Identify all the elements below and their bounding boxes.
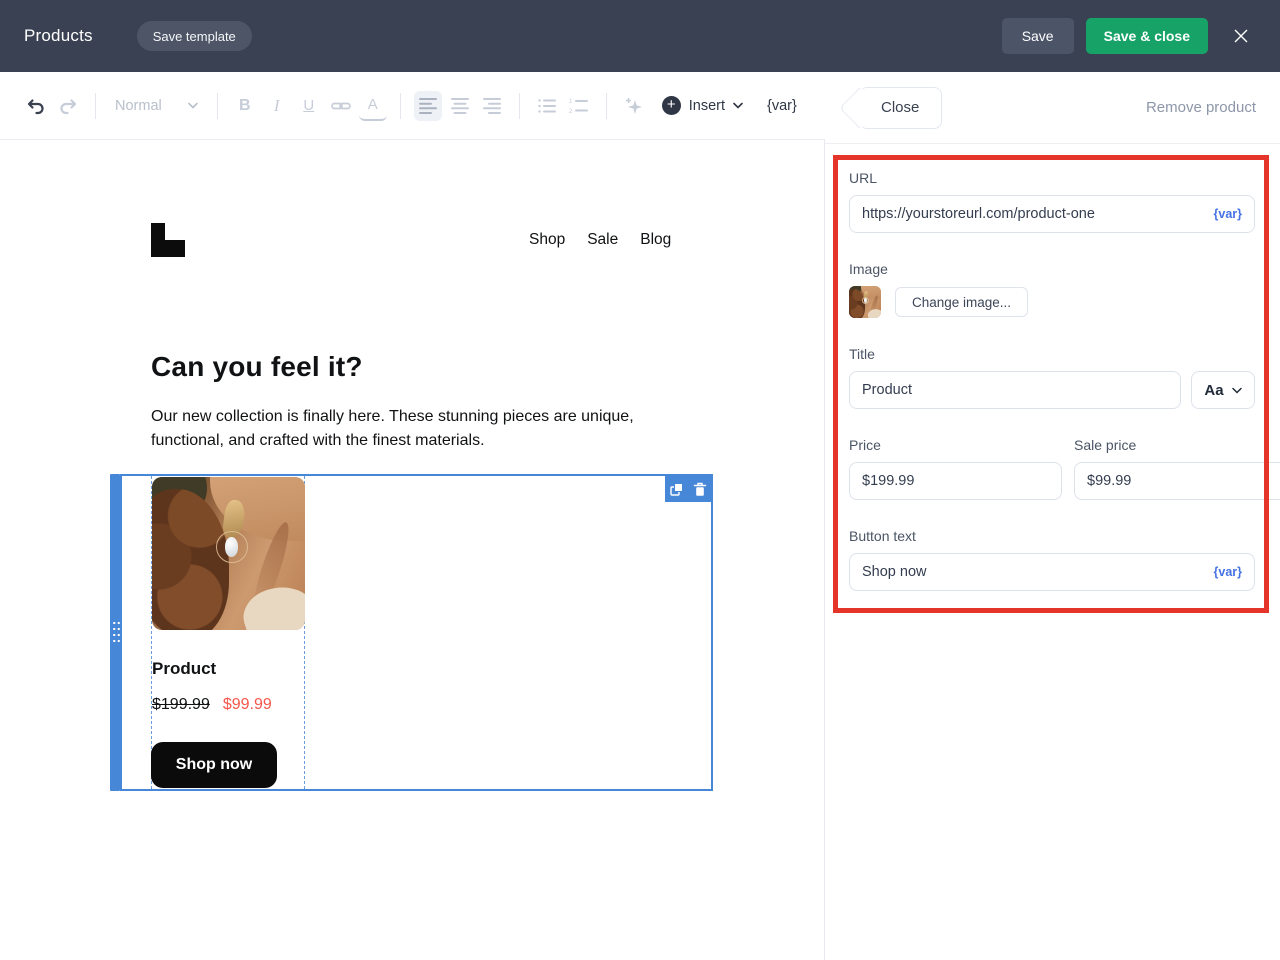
svg-text:2: 2	[569, 109, 573, 114]
align-center-icon[interactable]	[446, 91, 474, 121]
redo-icon[interactable]	[54, 91, 82, 121]
product-image[interactable]	[152, 477, 305, 630]
remove-product-link[interactable]: Remove product	[1146, 99, 1256, 116]
panel-body: URL {var} Image Change image... Title	[825, 144, 1280, 591]
change-image-button[interactable]: Change image...	[895, 287, 1028, 317]
button-text-input[interactable]	[862, 564, 1206, 580]
svg-text:1: 1	[569, 99, 573, 105]
price-fields-group: Price Sale price	[849, 437, 1255, 500]
text-color-button[interactable]: A	[359, 91, 387, 121]
close-icon[interactable]	[1226, 21, 1256, 51]
price-input[interactable]	[862, 473, 1049, 489]
shop-now-button[interactable]: Shop now	[151, 742, 277, 788]
undo-icon[interactable]	[22, 91, 50, 121]
image-label: Image	[849, 261, 1255, 277]
url-label: URL	[849, 170, 1255, 186]
align-left-icon[interactable]	[414, 91, 442, 121]
panel-header: Close Remove product	[825, 72, 1280, 144]
button-text-label: Button text	[849, 528, 1255, 544]
email-canvas: Shop Sale Blog Can you feel it? Our new …	[0, 140, 825, 960]
chevron-down-icon	[1232, 387, 1242, 394]
align-right-icon[interactable]	[478, 91, 506, 121]
chevron-down-icon	[188, 102, 198, 109]
url-field-group: URL {var}	[849, 170, 1255, 233]
duplicate-icon[interactable]	[668, 481, 684, 497]
title-field-group: Title Aa	[849, 346, 1255, 409]
sale-price-input[interactable]	[1087, 473, 1274, 489]
bold-button[interactable]: B	[231, 91, 259, 121]
numbered-list-icon[interactable]: 12	[565, 91, 593, 121]
link-icon[interactable]	[327, 91, 355, 121]
product-title[interactable]: Product	[152, 659, 216, 679]
product-price-old: $199.99	[152, 696, 210, 714]
title-input[interactable]	[862, 382, 1168, 398]
nav-link-sale[interactable]: Sale	[587, 231, 618, 249]
sale-price-label: Sale price	[1074, 437, 1280, 453]
delete-icon[interactable]	[692, 481, 708, 497]
email-heading[interactable]: Can you feel it?	[151, 351, 363, 383]
email-paragraph[interactable]: Our new collection is finally here. Thes…	[151, 405, 656, 453]
ai-sparkle-icon[interactable]	[620, 91, 648, 121]
email-nav: Shop Sale Blog	[529, 231, 671, 249]
save-template-button[interactable]: Save template	[137, 21, 252, 51]
button-text-field-group: Button text {var}	[849, 528, 1255, 591]
url-input[interactable]	[862, 206, 1206, 222]
image-field-group: Image Change image...	[849, 261, 1255, 318]
price-input-wrap	[849, 462, 1062, 500]
bullet-list-icon[interactable]	[533, 91, 561, 121]
toolbar-divider	[95, 93, 96, 119]
price-field-group: Price	[849, 437, 1062, 500]
block-drag-handle[interactable]	[110, 474, 120, 791]
underline-button[interactable]: U	[295, 91, 323, 121]
toolbar-divider	[217, 93, 218, 119]
sale-price-field-group: Sale price	[1074, 437, 1280, 500]
sale-price-input-wrap	[1074, 462, 1280, 500]
insert-button[interactable]: + Insert	[662, 96, 743, 115]
save-and-close-button[interactable]: Save & close	[1086, 18, 1208, 54]
image-thumbnail[interactable]	[849, 286, 881, 318]
button-text-input-wrap: {var}	[849, 553, 1255, 591]
url-input-wrap: {var}	[849, 195, 1255, 233]
url-var-button[interactable]: {var}	[1214, 207, 1243, 221]
price-label: Price	[849, 437, 1062, 453]
toolbar-divider	[400, 93, 401, 119]
toolbar-divider	[519, 93, 520, 119]
toolbar-divider	[606, 93, 607, 119]
page-title: Products	[24, 26, 93, 46]
product-settings-panel: Close Remove product URL {var} Image Cha…	[825, 72, 1280, 960]
plus-circle-icon: +	[662, 96, 681, 115]
font-style-dropdown[interactable]: Aa	[1191, 371, 1255, 409]
nav-link-shop[interactable]: Shop	[529, 231, 565, 249]
top-bar: Products Save template Save Save & close	[0, 0, 1280, 72]
product-price-sale: $99.99	[223, 696, 272, 714]
drag-dots-icon	[112, 620, 120, 645]
italic-button[interactable]: I	[263, 91, 291, 121]
selected-product-block[interactable]: Product $199.99 $99.99 Shop now	[110, 474, 713, 791]
top-bar-actions: Save Save & close	[1002, 18, 1256, 54]
chevron-down-icon	[733, 102, 743, 109]
block-actions	[665, 476, 711, 502]
product-prices: $199.99 $99.99	[152, 696, 272, 714]
formatting-toolbar: Normal B I U A 12 + Insert {var}	[0, 72, 825, 140]
brand-logo[interactable]	[151, 223, 185, 257]
close-panel-button[interactable]: Close	[859, 87, 942, 129]
button-text-var-button[interactable]: {var}	[1214, 565, 1243, 579]
title-label: Title	[849, 346, 1255, 362]
variable-button[interactable]: {var}	[767, 98, 797, 114]
title-input-wrap	[849, 371, 1181, 409]
nav-link-blog[interactable]: Blog	[640, 231, 671, 249]
paragraph-style-select[interactable]: Normal	[109, 98, 204, 114]
save-button[interactable]: Save	[1002, 18, 1074, 54]
